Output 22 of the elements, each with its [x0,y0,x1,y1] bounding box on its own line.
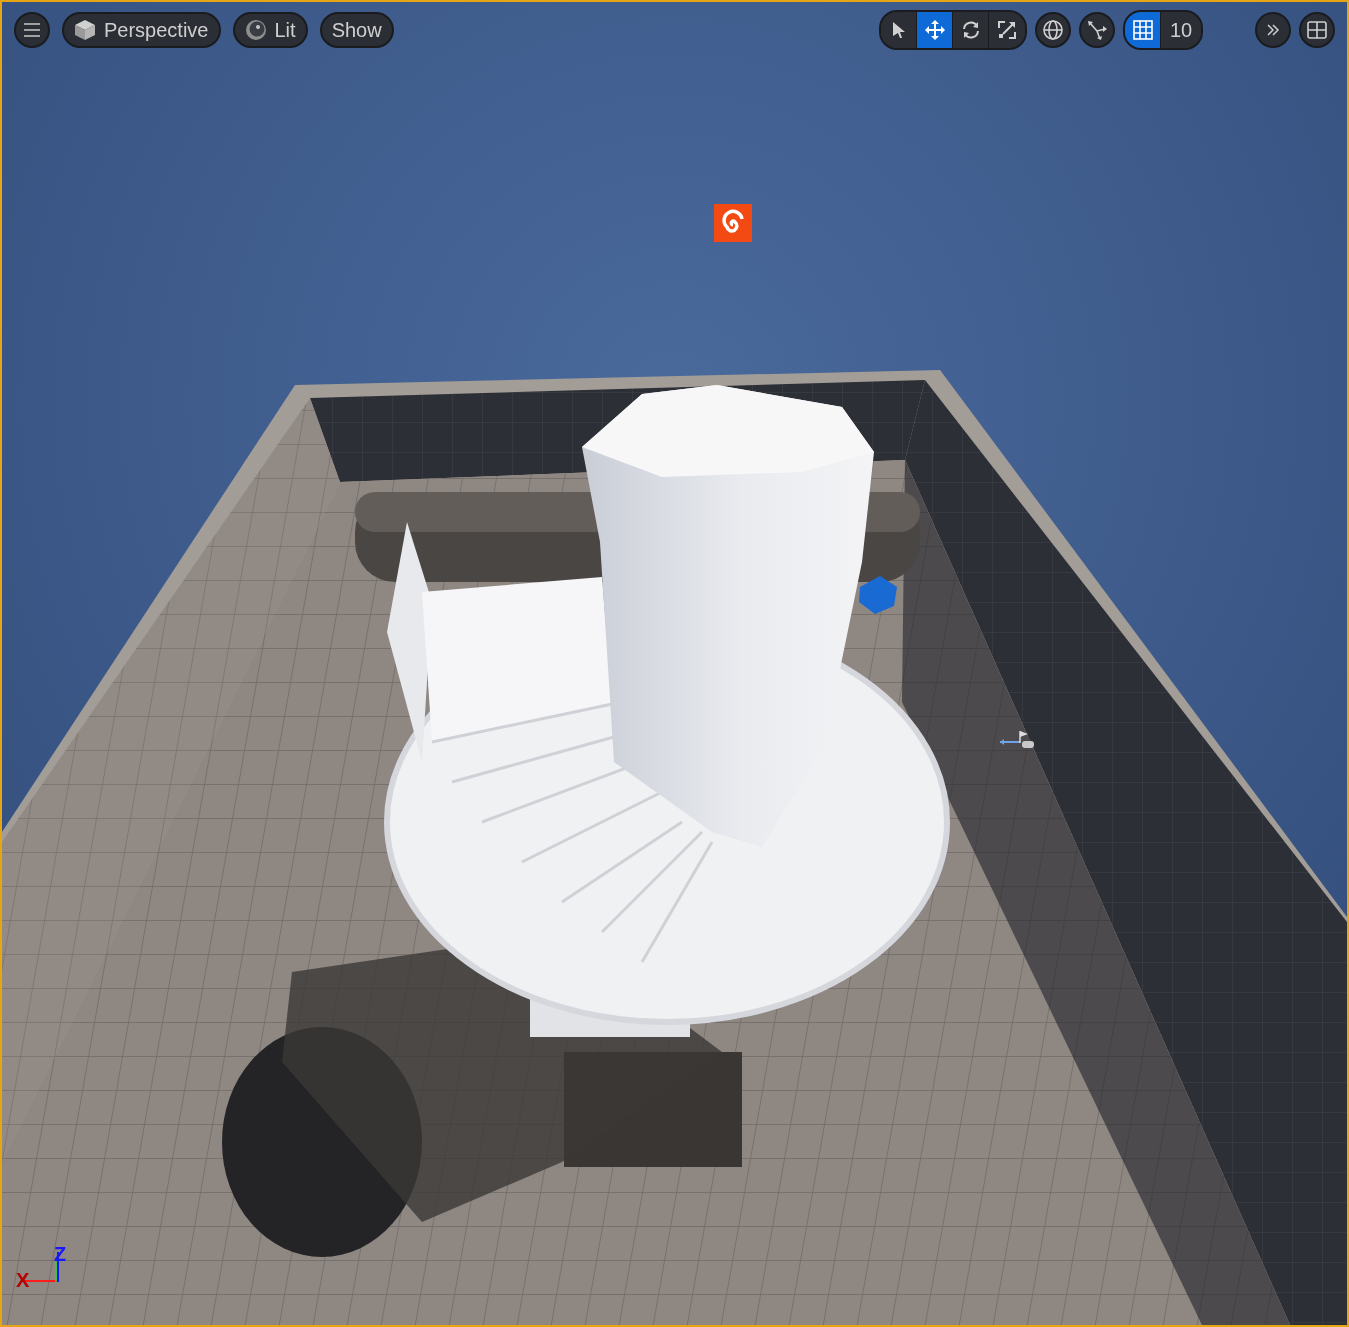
four-panes-icon [1307,21,1327,39]
double-chevron-icon [1266,23,1280,37]
rotate-icon [960,20,981,40]
grid-icon [1132,20,1153,40]
flag-icon [1000,729,1036,751]
lighting-button[interactable]: Lit [232,12,308,48]
globe-icon [1042,19,1064,41]
x-axis-label: X [16,1270,30,1290]
snap-arrows-icon [1086,19,1108,41]
cursor-icon [891,21,906,39]
grid-snap-button[interactable] [1125,12,1161,48]
cube-drawing [859,576,897,614]
translate-tool-button[interactable] [917,12,953,48]
cube-icon [74,19,96,41]
scale-icon [998,21,1016,39]
move-arrows-icon [924,20,945,40]
spiral-icon [714,204,752,242]
sphere-icon [244,19,267,41]
select-tool-button[interactable] [881,12,917,48]
show-button[interactable]: Show [319,12,394,48]
menu-icon [23,23,41,37]
view-mode-button[interactable]: Perspective [62,12,221,48]
